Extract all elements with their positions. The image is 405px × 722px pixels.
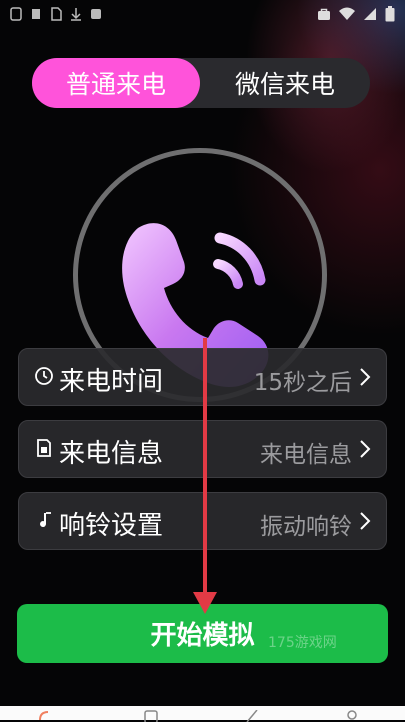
sim-card-icon [37, 439, 51, 457]
nav-send-icon[interactable] [245, 710, 259, 722]
bag-icon [318, 8, 330, 20]
setting-call-time[interactable]: 来电时间 15秒之后 [18, 348, 387, 406]
cell-signal-icon [364, 8, 376, 20]
battery-icon [385, 6, 395, 22]
setting-ringtone[interactable]: 响铃设置 振动响铃 [18, 492, 387, 550]
app-icon [91, 9, 101, 19]
setting-value: 15秒之后 [253, 370, 352, 396]
bottom-navigation [0, 706, 405, 722]
setting-label: 来电时间 [59, 367, 164, 397]
signal-app-icon [10, 7, 22, 21]
chevron-right-icon [360, 368, 371, 386]
setting-value: 来电信息 [260, 442, 352, 468]
setting-label: 来电信息 [59, 439, 164, 469]
download-icon [71, 8, 81, 21]
nav-square-icon[interactable] [144, 710, 158, 722]
notification-icon [32, 9, 40, 19]
nav-phone-icon[interactable] [38, 710, 52, 722]
setting-label: 响铃设置 [59, 511, 164, 541]
status-bar [0, 0, 405, 30]
sim-icon [51, 7, 62, 21]
clock-icon [35, 367, 53, 385]
chevron-right-icon [360, 512, 371, 530]
setting-call-info[interactable]: 来电信息 来电信息 [18, 420, 387, 478]
start-button-label: 开始模拟 [150, 621, 255, 651]
watermark: 175游戏网 [268, 635, 337, 651]
tab-normal-call[interactable]: 普通来电 [32, 58, 200, 108]
ring-icon [40, 512, 51, 528]
chevron-right-icon [360, 440, 371, 458]
nav-user-icon[interactable] [345, 710, 359, 722]
setting-value: 振动响铃 [260, 514, 352, 540]
wifi-icon [339, 7, 355, 20]
call-type-switch: 普通来电 微信来电 [32, 58, 370, 108]
tab-wechat-call[interactable]: 微信来电 [200, 58, 370, 108]
